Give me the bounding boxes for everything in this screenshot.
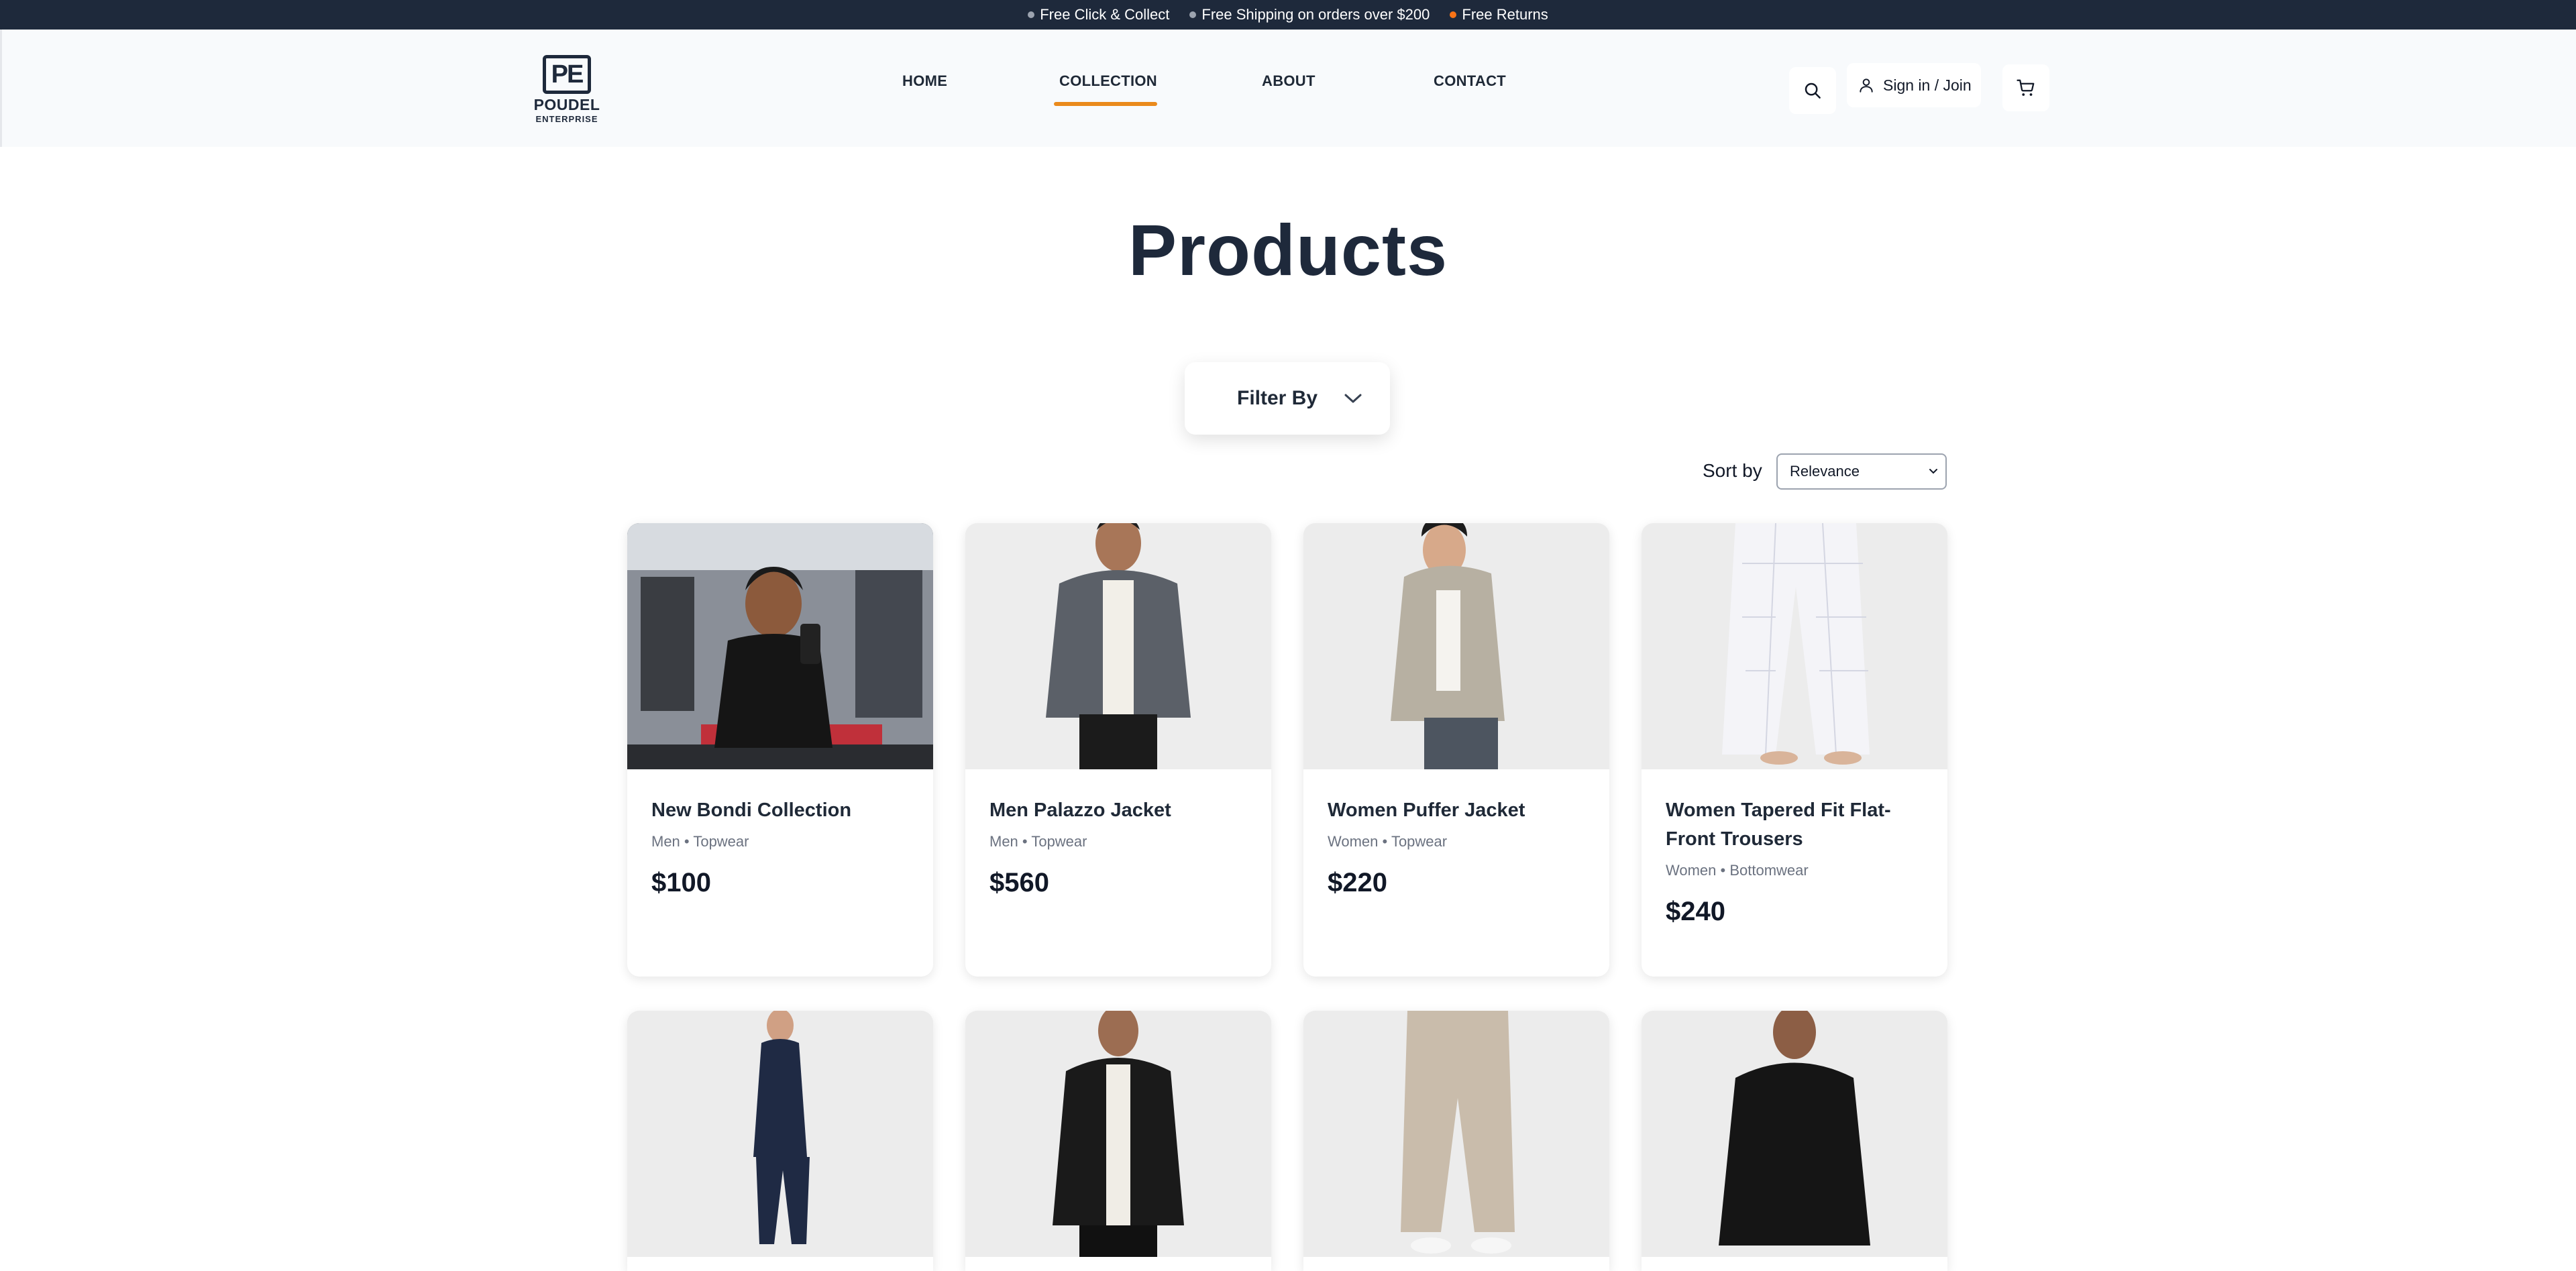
sort-select[interactable]: Relevance <box>1776 453 1947 490</box>
product-card[interactable]: Women Puffer Jacket Women • Topwear $220 <box>1303 523 1609 977</box>
product-title: New Bondi Collection <box>651 799 852 821</box>
product-price: $100 <box>651 868 711 897</box>
model-black-sweater <box>1642 1011 1947 1257</box>
product-image <box>1303 523 1609 769</box>
model-plaid-trousers <box>1642 523 1947 769</box>
announcement-item: Free Shipping on orders over $200 <box>1189 6 1430 23</box>
product-image <box>627 1011 933 1257</box>
nav-home[interactable]: HOME <box>902 72 947 90</box>
model-black-bomber <box>965 1011 1271 1257</box>
product-meta: Women • Bottomwear <box>1666 862 1809 879</box>
filter-label: Filter By <box>1237 387 1318 409</box>
sort-label: Sort by <box>1703 460 1762 481</box>
product-title: Men Palazzo Jacket <box>989 799 1171 821</box>
announcement-item: Free Click & Collect <box>1028 6 1169 23</box>
announcement-bar: Free Click & Collect Free Shipping on or… <box>0 0 2576 30</box>
product-card[interactable] <box>1303 1011 1609 1271</box>
model-navy-pajamas <box>627 1011 933 1257</box>
product-category: Topwear <box>693 833 749 850</box>
active-nav-indicator <box>1054 102 1157 106</box>
brand-logo[interactable]: PE POUDEL ENTERPRISE <box>529 55 604 125</box>
bullet-dot <box>1028 11 1035 18</box>
logo-mark: PE <box>543 55 591 94</box>
search-button[interactable] <box>1789 67 1836 114</box>
product-card[interactable] <box>1642 1011 1947 1271</box>
nav-contact[interactable]: CONTACT <box>1434 72 1506 90</box>
model-beige-puffer <box>1303 523 1609 769</box>
product-card[interactable]: Men Palazzo Jacket Men • Topwear $560 <box>965 523 1271 977</box>
product-meta: Men • Topwear <box>989 833 1087 850</box>
page-title: Products <box>1128 209 1448 290</box>
product-image <box>627 523 933 769</box>
chevron-down-icon <box>1344 394 1362 403</box>
product-category: Topwear <box>1391 833 1448 850</box>
product-price: $220 <box>1328 868 1387 897</box>
chevron-down-icon <box>1929 469 1937 474</box>
product-card[interactable] <box>965 1011 1271 1271</box>
product-price: $240 <box>1666 897 1725 926</box>
nav-collection[interactable]: COLLECTION <box>1059 72 1157 90</box>
bullet-dot <box>1450 11 1457 18</box>
product-meta: Women • Topwear <box>1328 833 1448 850</box>
product-gender: Women <box>1666 862 1717 879</box>
nav-about[interactable]: ABOUT <box>1262 72 1316 90</box>
product-category: Bottomwear <box>1729 862 1809 879</box>
announcement-text: Free Shipping on orders over $200 <box>1201 6 1430 23</box>
signin-button[interactable]: Sign in / Join <box>1847 63 1981 107</box>
announcement-text: Free Returns <box>1462 6 1548 23</box>
site-header: PE POUDEL ENTERPRISE HOME COLLECTION ABO… <box>0 30 2576 147</box>
product-image <box>1642 523 1947 769</box>
product-card[interactable] <box>627 1011 933 1271</box>
product-image <box>965 1011 1271 1257</box>
search-icon <box>1805 82 1821 99</box>
model-beige-joggers <box>1303 1011 1609 1257</box>
logo-subtitle: ENTERPRISE <box>535 114 598 124</box>
product-title: Women Tapered Fit Flat-Front Trousers <box>1666 799 1891 850</box>
product-image <box>1303 1011 1609 1257</box>
product-title: Women Puffer Jacket <box>1328 799 1525 821</box>
product-meta: Men • Topwear <box>651 833 749 850</box>
product-image <box>1642 1011 1947 1257</box>
bullet-dot <box>1189 11 1197 18</box>
product-category: Topwear <box>1031 833 1087 850</box>
logo-name: POUDEL <box>533 96 600 113</box>
sort-selected-value: Relevance <box>1790 463 1860 480</box>
product-card[interactable]: Women Tapered Fit Flat-Front Trousers Wo… <box>1642 523 1947 977</box>
announcement-item: Free Returns <box>1450 6 1548 23</box>
filter-dropdown[interactable]: Filter By <box>1185 362 1390 435</box>
product-price: $560 <box>989 868 1049 897</box>
user-icon <box>1860 78 1873 93</box>
product-gender: Women <box>1328 833 1379 850</box>
model-grey-jacket <box>965 523 1271 769</box>
signin-label: Sign in / Join <box>1883 76 1972 94</box>
product-gender: Men <box>651 833 680 850</box>
product-card[interactable]: New Bondi Collection Men • Topwear $100 <box>627 523 933 977</box>
announcement-text: Free Click & Collect <box>1040 6 1170 23</box>
gym-photo <box>627 523 933 769</box>
product-image <box>965 523 1271 769</box>
product-gender: Men <box>989 833 1018 850</box>
cart-button[interactable] <box>2002 64 2049 111</box>
cart-icon <box>2017 79 2035 96</box>
